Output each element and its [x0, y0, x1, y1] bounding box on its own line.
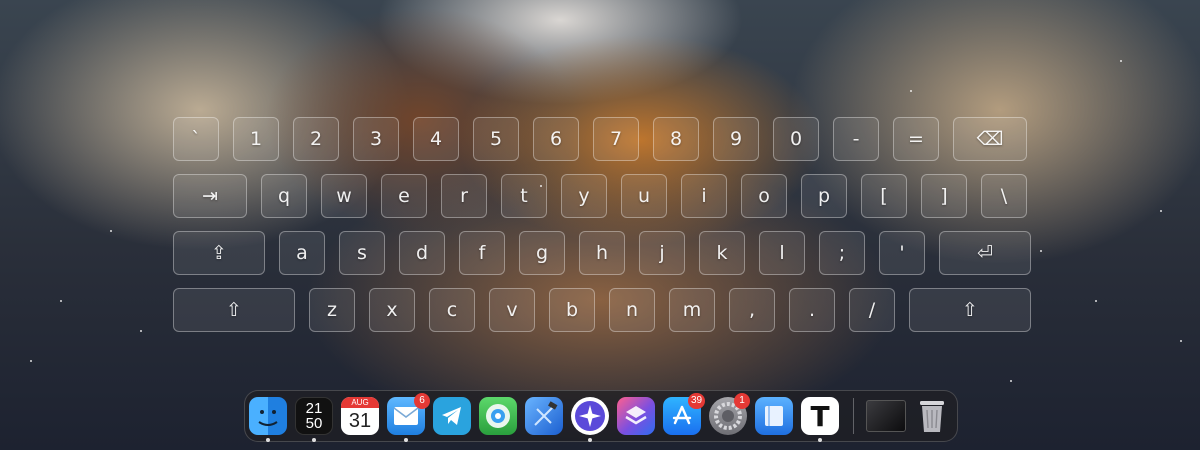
key-0[interactable]: 0 — [773, 117, 819, 161]
clock-running-dot — [312, 438, 316, 442]
key-tab[interactable]: ⇥ — [173, 174, 247, 218]
key-m[interactable]: m — [669, 288, 715, 332]
key-backspace[interactable]: ⌫ — [953, 117, 1027, 161]
key-z[interactable]: z — [309, 288, 355, 332]
key-b[interactable]: b — [549, 288, 595, 332]
text-app-icon[interactable]: T — [801, 397, 839, 435]
finder-icon[interactable] — [249, 397, 287, 435]
key-n[interactable]: n — [609, 288, 655, 332]
key-8[interactable]: 8 — [653, 117, 699, 161]
calendar-month: AUG — [341, 397, 379, 408]
key-5[interactable]: 5 — [473, 117, 519, 161]
desktop-wallpaper: ` 1 2 3 4 5 6 7 8 9 0- = ⌫ ⇥ q w e r t y u i o p[] \ ⇪ a s d f g h j k l; '… — [0, 0, 1200, 450]
key-j[interactable]: j — [639, 231, 685, 275]
key-s[interactable]: s — [339, 231, 385, 275]
key-v[interactable]: v — [489, 288, 535, 332]
clock-minute: 50 — [305, 415, 323, 432]
key-caps-lock[interactable]: ⇪ — [173, 231, 265, 275]
key-return[interactable]: ⏎ — [939, 231, 1031, 275]
browser-running-dot — [588, 438, 592, 442]
key-k[interactable]: k — [699, 231, 745, 275]
key-w[interactable]: w — [321, 174, 367, 218]
key-minus[interactable]: - — [833, 117, 879, 161]
key-6[interactable]: 6 — [533, 117, 579, 161]
key-y[interactable]: y — [561, 174, 607, 218]
key-q[interactable]: q — [261, 174, 307, 218]
key-u[interactable]: u — [621, 174, 667, 218]
key-i[interactable]: i — [681, 174, 727, 218]
key-9[interactable]: 9 — [713, 117, 759, 161]
key-1[interactable]: 1 — [233, 117, 279, 161]
key-h[interactable]: h — [579, 231, 625, 275]
key-backslash[interactable]: \ — [981, 174, 1027, 218]
key-x[interactable]: x — [369, 288, 415, 332]
trash-icon[interactable] — [913, 397, 951, 435]
xcode-icon[interactable] — [525, 397, 563, 435]
key-2[interactable]: 2 — [293, 117, 339, 161]
key-backtick[interactable]: ` — [173, 117, 219, 161]
compass-browser-icon[interactable] — [571, 397, 609, 435]
key-right-shift[interactable]: ⇧ — [909, 288, 1031, 332]
key-3[interactable]: 3 — [353, 117, 399, 161]
key-period[interactable]: . — [789, 288, 835, 332]
text-app-running-dot — [818, 438, 822, 442]
calendar-icon[interactable]: AUG 31 — [341, 397, 379, 435]
mail-running-dot — [404, 438, 408, 442]
key-semicolon[interactable]: ; — [819, 231, 865, 275]
shortcuts-icon[interactable] — [617, 397, 655, 435]
key-p[interactable]: p — [801, 174, 847, 218]
app-store-badge: 39 — [688, 393, 706, 409]
find-my-icon[interactable] — [479, 397, 517, 435]
key-comma[interactable]: , — [729, 288, 775, 332]
minimized-window-thumbnail[interactable] — [866, 400, 906, 432]
key-c[interactable]: c — [429, 288, 475, 332]
key-o[interactable]: o — [741, 174, 787, 218]
key-t[interactable]: t — [501, 174, 547, 218]
reader-app-icon[interactable] — [755, 397, 793, 435]
on-screen-keyboard: ` 1 2 3 4 5 6 7 8 9 0- = ⌫ ⇥ q w e r t y u i o p[] \ ⇪ a s d f g h j k l; '… — [0, 0, 1200, 450]
text-app-glyph: T — [810, 399, 830, 433]
key-g[interactable]: g — [519, 231, 565, 275]
mail-badge: 6 — [414, 393, 430, 409]
key-left-bracket[interactable]: [ — [861, 174, 907, 218]
finder-running-dot — [266, 438, 270, 442]
key-left-shift[interactable]: ⇧ — [173, 288, 295, 332]
key-l[interactable]: l — [759, 231, 805, 275]
clock-hour: 21 — [305, 400, 323, 417]
key-f[interactable]: f — [459, 231, 505, 275]
key-4[interactable]: 4 — [413, 117, 459, 161]
telegram-icon[interactable] — [433, 397, 471, 435]
key-quote[interactable]: ' — [879, 231, 925, 275]
key-7[interactable]: 7 — [593, 117, 639, 161]
key-e[interactable]: e — [381, 174, 427, 218]
key-d[interactable]: d — [399, 231, 445, 275]
key-a[interactable]: a — [279, 231, 325, 275]
settings-badge: 1 — [734, 393, 750, 409]
key-right-bracket[interactable]: ] — [921, 174, 967, 218]
key-equals[interactable]: = — [893, 117, 939, 161]
key-r[interactable]: r — [441, 174, 487, 218]
clock-app-icon[interactable]: 21 50 — [295, 397, 333, 435]
calendar-day: 31 — [348, 410, 372, 432]
key-slash[interactable]: / — [849, 288, 895, 332]
dock-separator — [853, 398, 854, 434]
